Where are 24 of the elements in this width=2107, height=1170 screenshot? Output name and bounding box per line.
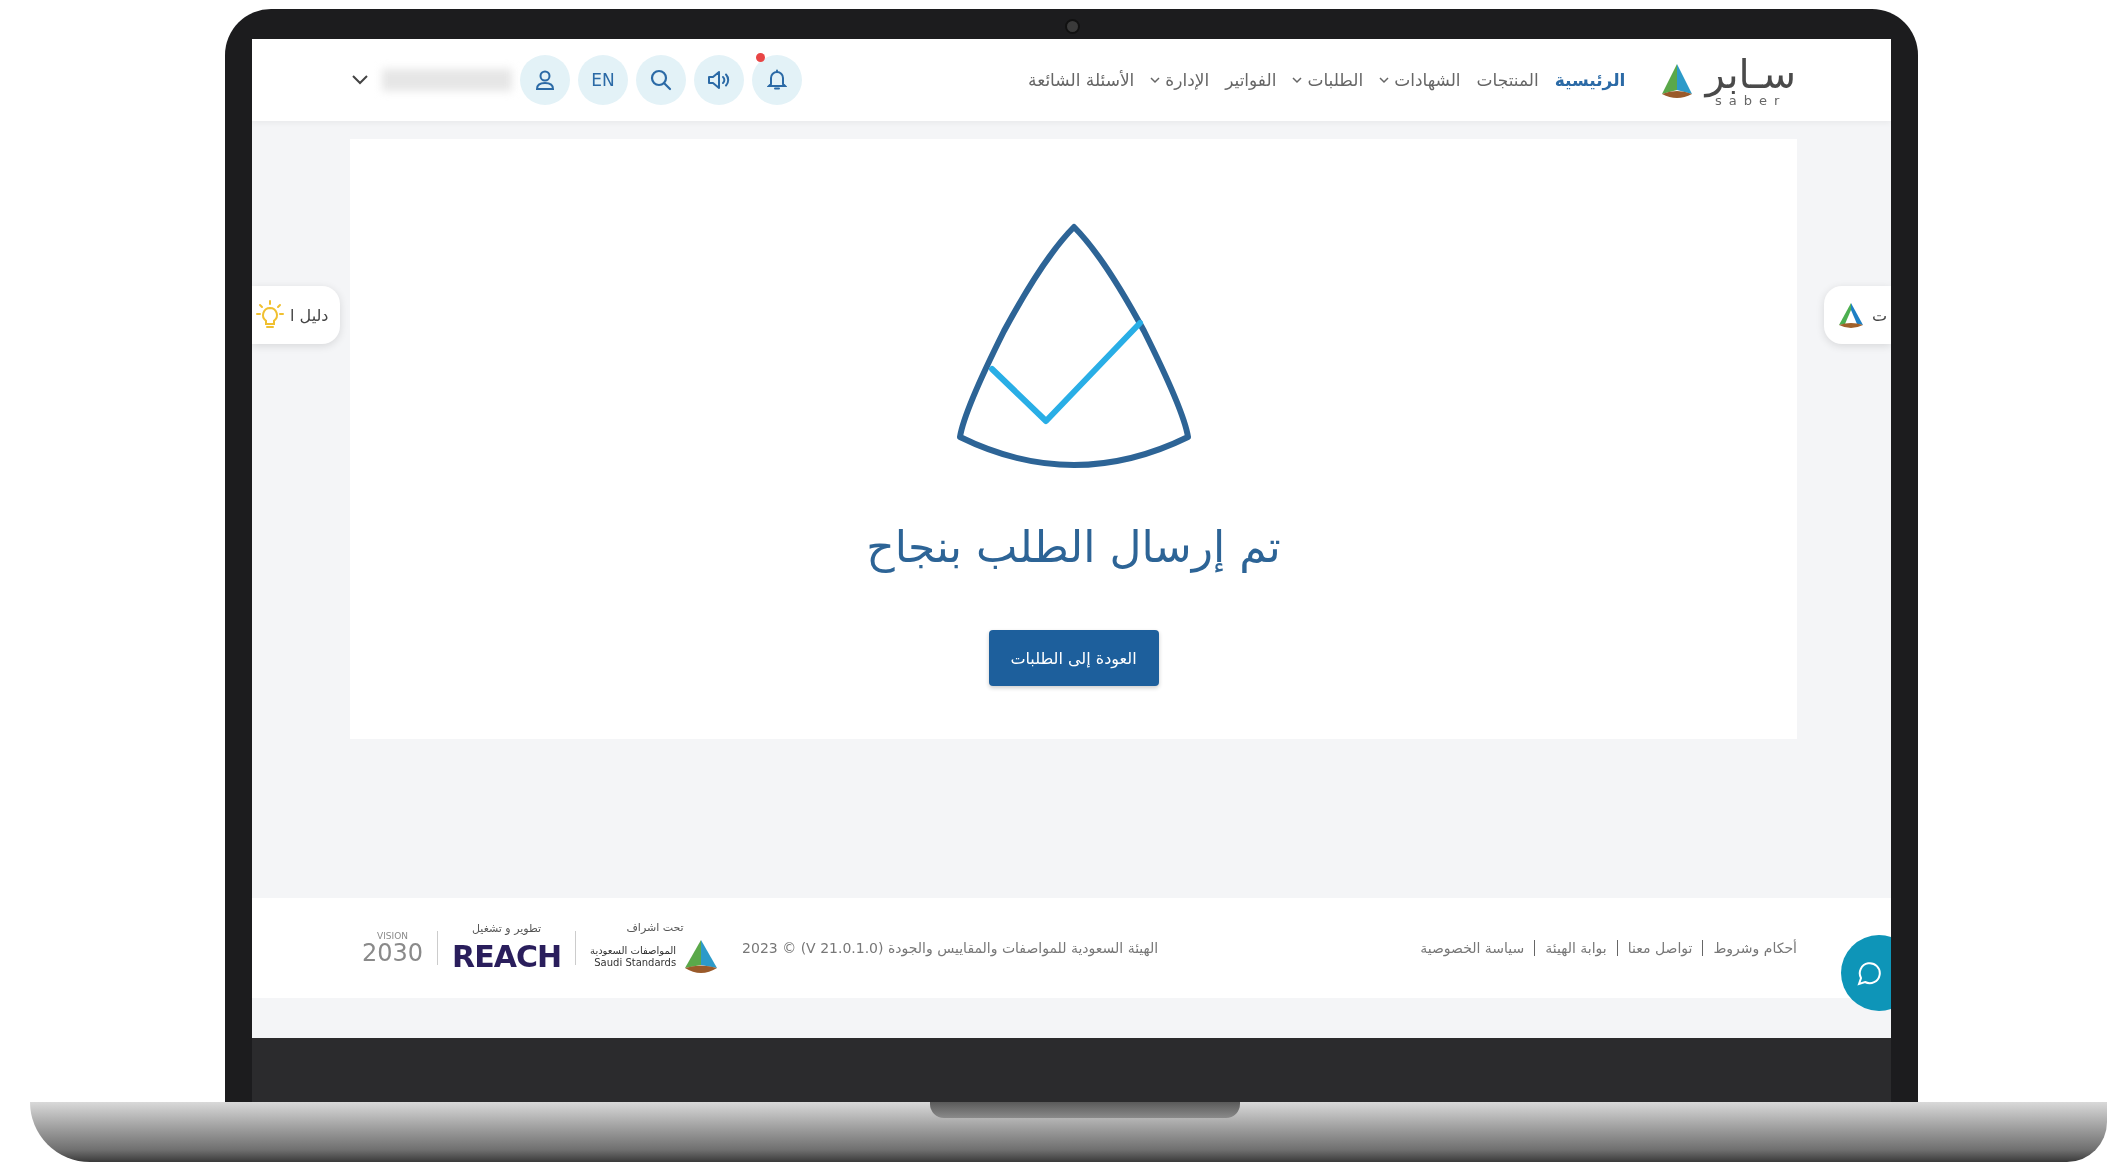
footer-link[interactable]: بوابة الهيئة <box>1545 940 1607 956</box>
nav-link[interactable]: الطلبات <box>1292 70 1364 90</box>
saso-arabic-name: المواصفات السعودية <box>590 944 677 957</box>
vision-label: VISION <box>377 931 409 941</box>
language-button[interactable]: EN <box>578 55 628 105</box>
developer-label: تطوير و تشغيل <box>472 922 542 935</box>
nav-link[interactable]: الإدارة <box>1150 70 1210 90</box>
developer-logo-text: REACH <box>452 939 561 974</box>
guide-side-tab[interactable]: دليل ا <box>252 286 341 344</box>
vision-year: 2030 <box>362 940 424 965</box>
nav-link[interactable]: الرئيسية <box>1554 70 1626 90</box>
side-tab[interactable]: ت <box>1823 286 1891 344</box>
footer-link[interactable]: أحكام وشروط <box>1713 940 1797 956</box>
nav-link[interactable]: المنتجات <box>1476 70 1539 90</box>
back-to-requests-button[interactable]: العودة إلى الطلبات <box>988 630 1159 686</box>
success-title: تم إرسال الطلب بنجاح <box>866 521 1281 572</box>
footer-link[interactable]: تواصل معنا <box>1627 940 1693 956</box>
footer-link[interactable]: سياسة الخصوصية <box>1420 940 1525 956</box>
copyright-text: الهيئة السعودية للمواصفات والمقاييس والجودة (V 21.0.1.0) © 2023 <box>742 940 1159 956</box>
nav-link[interactable]: الفواتير <box>1225 70 1277 90</box>
saso-english-name: Saudi Standards <box>593 956 677 969</box>
nav-link[interactable]: الأسئلة الشائعة <box>1028 70 1135 90</box>
nav-link[interactable]: الشهادات <box>1379 70 1461 90</box>
supervision-label: تحت اشراف <box>626 920 684 934</box>
